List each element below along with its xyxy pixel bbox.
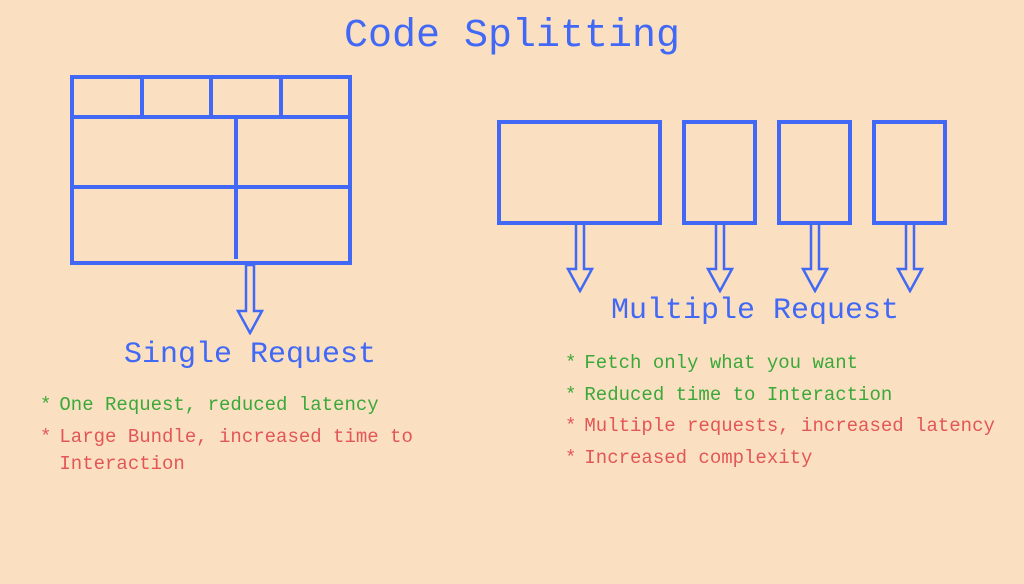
chunks-diagram [497, 120, 1015, 288]
con-point: * Multiple requests, increased latency [565, 413, 1015, 441]
chunk-item [682, 120, 757, 288]
multiple-request-heading: Multiple Request [495, 294, 1015, 328]
chunk-box [777, 120, 852, 225]
arrow-down-icon [800, 223, 830, 288]
page-title: Code Splitting [344, 14, 680, 59]
arrow-down-icon [235, 265, 265, 330]
point-text: Increased complexity [584, 445, 812, 473]
chunk-item [872, 120, 947, 288]
arrow-down-icon [565, 223, 595, 288]
point-text: Multiple requests, increased latency [584, 413, 994, 441]
single-request-column: Single Request * One Request, reduced la… [40, 75, 460, 483]
pro-point: * Reduced time to Interaction [565, 382, 1015, 410]
arrow-down-icon [895, 223, 925, 288]
arrow-down-icon [705, 223, 735, 288]
point-text: Large Bundle, increased time to Interact… [59, 424, 460, 479]
point-text: One Request, reduced latency [59, 392, 378, 420]
asterisk: * [565, 445, 576, 473]
asterisk: * [565, 413, 576, 441]
chunk-item [497, 120, 662, 288]
multiple-request-points: * Fetch only what you want * Reduced tim… [565, 350, 1015, 472]
bundle-row [74, 79, 348, 119]
chunk-box [497, 120, 662, 225]
single-request-points: * One Request, reduced latency * Large B… [40, 392, 460, 479]
pro-point: * One Request, reduced latency [40, 392, 460, 420]
chunk-box [682, 120, 757, 225]
asterisk: * [40, 392, 51, 420]
pro-point: * Fetch only what you want [565, 350, 1015, 378]
bundle-row [74, 119, 348, 189]
chunk-item [777, 120, 852, 288]
multiple-request-column: Multiple Request * Fetch only what you w… [495, 75, 1015, 476]
asterisk: * [565, 350, 576, 378]
asterisk: * [565, 382, 576, 410]
bundle-row [74, 189, 348, 259]
chunk-box [872, 120, 947, 225]
con-point: * Increased complexity [565, 445, 1015, 473]
point-text: Fetch only what you want [584, 350, 858, 378]
bundle-diagram [70, 75, 352, 265]
con-point: * Large Bundle, increased time to Intera… [40, 424, 460, 479]
single-request-heading: Single Request [40, 338, 460, 372]
asterisk: * [40, 424, 51, 479]
point-text: Reduced time to Interaction [584, 382, 892, 410]
